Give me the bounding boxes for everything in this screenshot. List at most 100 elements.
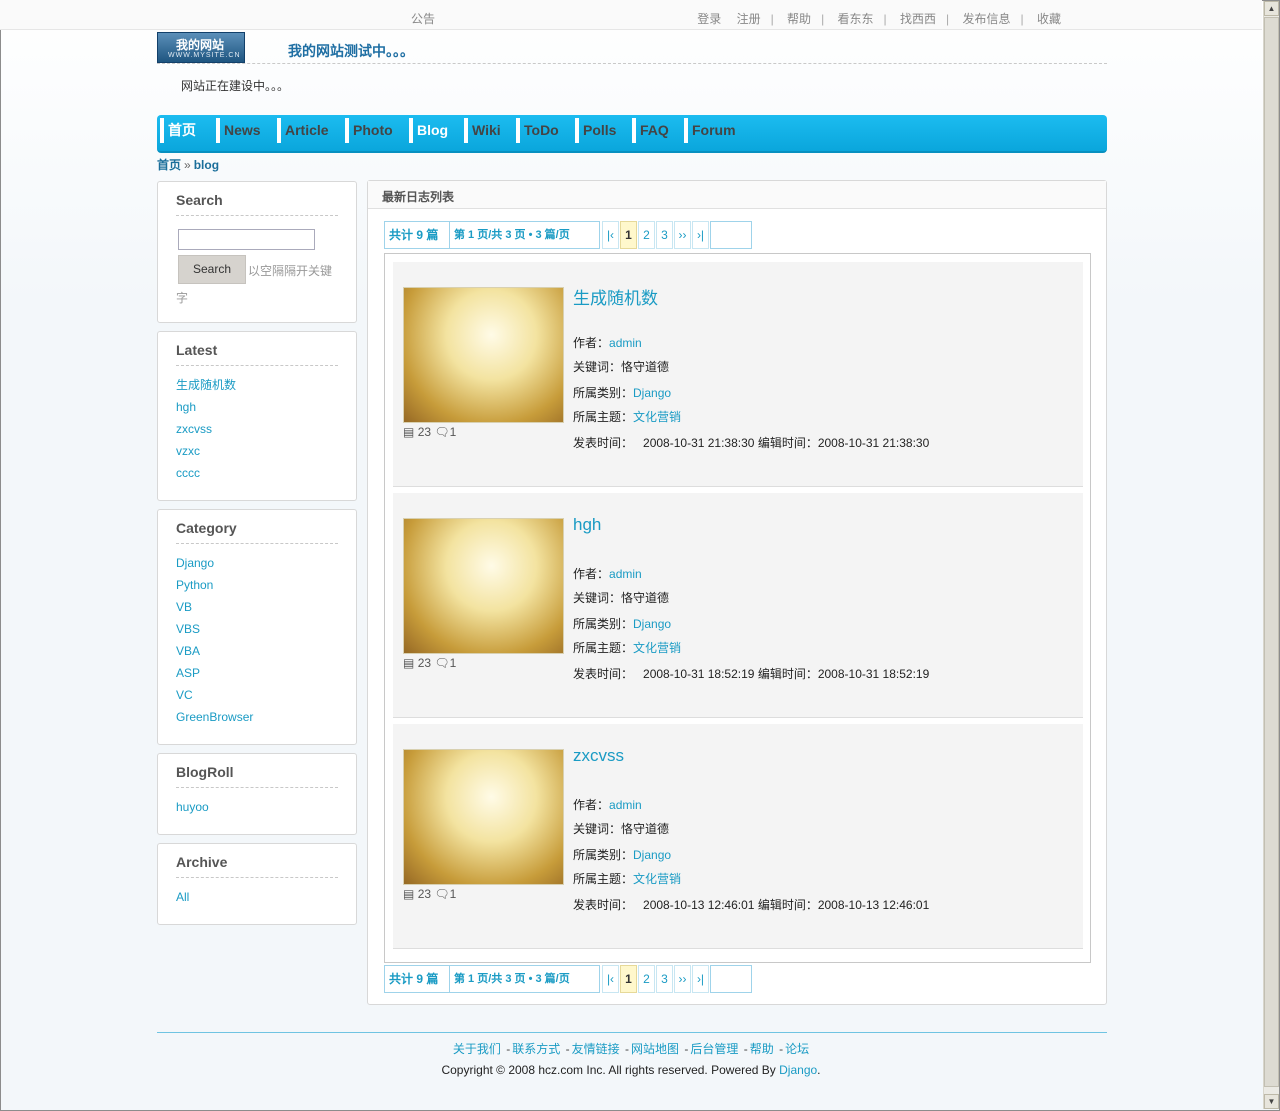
nav-item-news[interactable]: News	[216, 118, 261, 143]
pager-page-1[interactable]: 1	[620, 221, 637, 249]
category-box: Category Django Python VB VBS VBA ASP VC…	[157, 509, 357, 745]
footer-link-about[interactable]: 关于我们	[453, 1042, 501, 1056]
archive-link[interactable]: All	[176, 890, 189, 904]
vertical-scrollbar[interactable]: ▲ ▼	[1263, 1, 1279, 1109]
author-link[interactable]: admin	[609, 336, 642, 350]
label: 所属主题：	[573, 872, 634, 886]
footer-link-friends[interactable]: 友情链接	[572, 1042, 620, 1056]
pager-page-2[interactable]: 2	[638, 965, 655, 993]
pager-page-3[interactable]: 3	[656, 221, 673, 249]
category-link[interactable]: GreenBrowser	[176, 710, 253, 724]
author-link[interactable]: admin	[609, 798, 642, 812]
entry-thumbnail[interactable]	[403, 749, 564, 885]
scroll-down-arrow-icon[interactable]: ▼	[1264, 1094, 1279, 1109]
scroll-thumb[interactable]	[1264, 17, 1279, 1087]
post-info-link[interactable]: 发布信息	[963, 12, 1011, 26]
views-count: 23	[417, 425, 432, 439]
breadcrumb-current[interactable]: blog	[194, 158, 219, 172]
help-link[interactable]: 帮助	[787, 12, 811, 26]
footer-link-contact[interactable]: 联系方式	[512, 1042, 560, 1056]
entry-title[interactable]: zxcvss	[573, 746, 624, 766]
login-link[interactable]: 登录	[697, 12, 721, 26]
author-link[interactable]: admin	[609, 567, 642, 581]
pager-page-2[interactable]: 2	[638, 221, 655, 249]
latest-link[interactable]: zxcvss	[176, 422, 212, 436]
entry-thumbnail[interactable]	[403, 518, 564, 654]
entry-topic: 所属主题：文化营销	[573, 639, 681, 656]
pager-first[interactable]: |‹	[602, 221, 619, 249]
pager-first[interactable]: |‹	[602, 965, 619, 993]
entry-thumbnail[interactable]	[403, 287, 564, 423]
latest-link[interactable]: vzxc	[176, 444, 200, 458]
nav-item-wiki[interactable]: Wiki	[464, 118, 501, 143]
list-item: VB	[176, 599, 253, 621]
browse-link[interactable]: 看东东	[838, 12, 874, 26]
pager-next[interactable]: ››	[674, 221, 691, 249]
topic-link[interactable]: 文化营销	[633, 410, 681, 424]
nav-item-home[interactable]: 首页	[160, 118, 196, 143]
list-item: Django	[176, 555, 253, 577]
topic-link[interactable]: 文化营销	[633, 641, 681, 655]
footer-link-forum[interactable]: 论坛	[785, 1042, 809, 1056]
breadcrumb-separator: »	[184, 158, 191, 172]
site-logo[interactable]: 我的网站 WWW.MYSITE.CN	[157, 32, 245, 63]
pager-last[interactable]: ›|	[692, 221, 709, 249]
category-link[interactable]: Django	[176, 556, 214, 570]
footer-link-help[interactable]: 帮助	[750, 1042, 774, 1056]
entry-title[interactable]: hgh	[573, 515, 601, 535]
footer-separator: -	[624, 1042, 629, 1056]
latest-link[interactable]: 生成随机数	[176, 378, 236, 392]
category-link[interactable]: VB	[176, 600, 192, 614]
category-link[interactable]: Django	[633, 386, 671, 400]
edited-date: 2008-10-31 18:52:19	[817, 667, 930, 681]
blogroll-link[interactable]: huyoo	[176, 800, 209, 814]
main-panel: 最新日志列表 共计 9 篇 第 1 页/共 3 页 • 3 篇/页 |‹ 1 2…	[367, 180, 1107, 1005]
search-box: Search Search 以空隔隔开关键 字	[157, 181, 357, 323]
register-link[interactable]: 注册	[737, 12, 761, 26]
category-link[interactable]: Python	[176, 578, 213, 592]
powered-by-link[interactable]: Django	[779, 1063, 817, 1077]
pager-page-3[interactable]: 3	[656, 965, 673, 993]
category-link[interactable]: Django	[633, 617, 671, 631]
entry-list: ▤ 23 🗨1 生成随机数 作者：admin 关键词：恪守道德 所属类别：Dja…	[384, 253, 1091, 963]
nav-item-todo[interactable]: ToDo	[516, 118, 559, 143]
separator: |	[1020, 12, 1024, 26]
nav-item-blog[interactable]: Blog	[409, 118, 448, 143]
footer-separator: -	[743, 1042, 748, 1056]
category-link[interactable]: VBS	[176, 622, 200, 636]
pager-page-1[interactable]: 1	[620, 965, 637, 993]
pager-next[interactable]: ››	[674, 965, 691, 993]
notice-link[interactable]: 公告	[411, 10, 435, 27]
nav-item-forum[interactable]: Forum	[684, 118, 736, 143]
footer-link-admin[interactable]: 后台管理	[690, 1042, 738, 1056]
find-link[interactable]: 找西西	[900, 12, 936, 26]
search-button[interactable]: Search	[178, 255, 246, 284]
latest-link[interactable]: cccc	[176, 466, 200, 480]
entry-title[interactable]: 生成随机数	[573, 284, 658, 309]
blogroll-box: BlogRoll huyoo	[157, 753, 357, 835]
category-link[interactable]: ASP	[176, 666, 200, 680]
divider	[176, 877, 338, 878]
pager-jump-input[interactable]	[710, 221, 752, 249]
archive-heading: Archive	[176, 854, 228, 870]
favorite-link[interactable]: 收藏	[1037, 12, 1061, 26]
nav-item-polls[interactable]: Polls	[575, 118, 616, 143]
label: 发表时间：	[573, 436, 634, 450]
entry-keywords: 关键词：恪守道德	[573, 820, 669, 837]
footer-link-sitemap[interactable]: 网站地图	[631, 1042, 679, 1056]
category-link[interactable]: Django	[633, 848, 671, 862]
scroll-up-arrow-icon[interactable]: ▲	[1264, 1, 1279, 16]
nav-item-article[interactable]: Article	[277, 118, 329, 143]
nav-item-faq[interactable]: FAQ	[632, 118, 669, 143]
nav-item-photo[interactable]: Photo	[345, 118, 393, 143]
topic-link[interactable]: 文化营销	[633, 872, 681, 886]
category-link[interactable]: VC	[176, 688, 193, 702]
pager-last[interactable]: ›|	[692, 965, 709, 993]
latest-link[interactable]: hgh	[176, 400, 196, 414]
breadcrumb-home[interactable]: 首页	[157, 158, 181, 172]
search-input[interactable]	[178, 229, 315, 250]
label: 所属主题：	[573, 641, 634, 655]
pager-jump-input[interactable]	[710, 965, 752, 993]
category-link[interactable]: VBA	[176, 644, 200, 658]
blogroll-list: huyoo	[176, 799, 209, 821]
